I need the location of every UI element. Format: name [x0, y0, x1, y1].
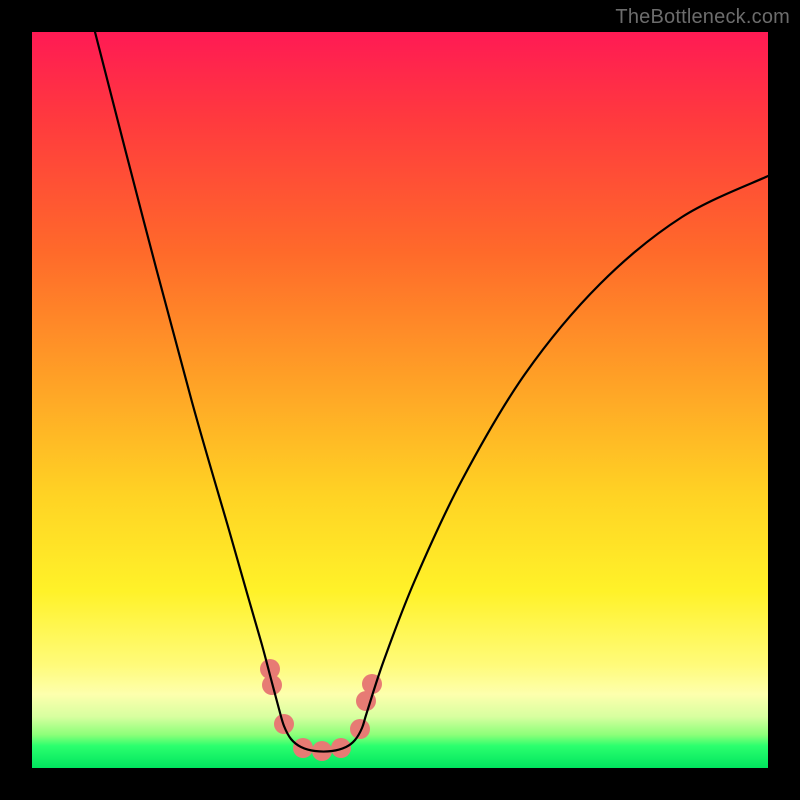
bottleneck-curve — [95, 32, 768, 752]
curve-svg — [32, 32, 768, 768]
trough-marker — [350, 719, 370, 739]
watermark-text: TheBottleneck.com — [615, 6, 790, 29]
chart-frame: TheBottleneck.com — [0, 0, 800, 800]
plot-area — [32, 32, 768, 768]
